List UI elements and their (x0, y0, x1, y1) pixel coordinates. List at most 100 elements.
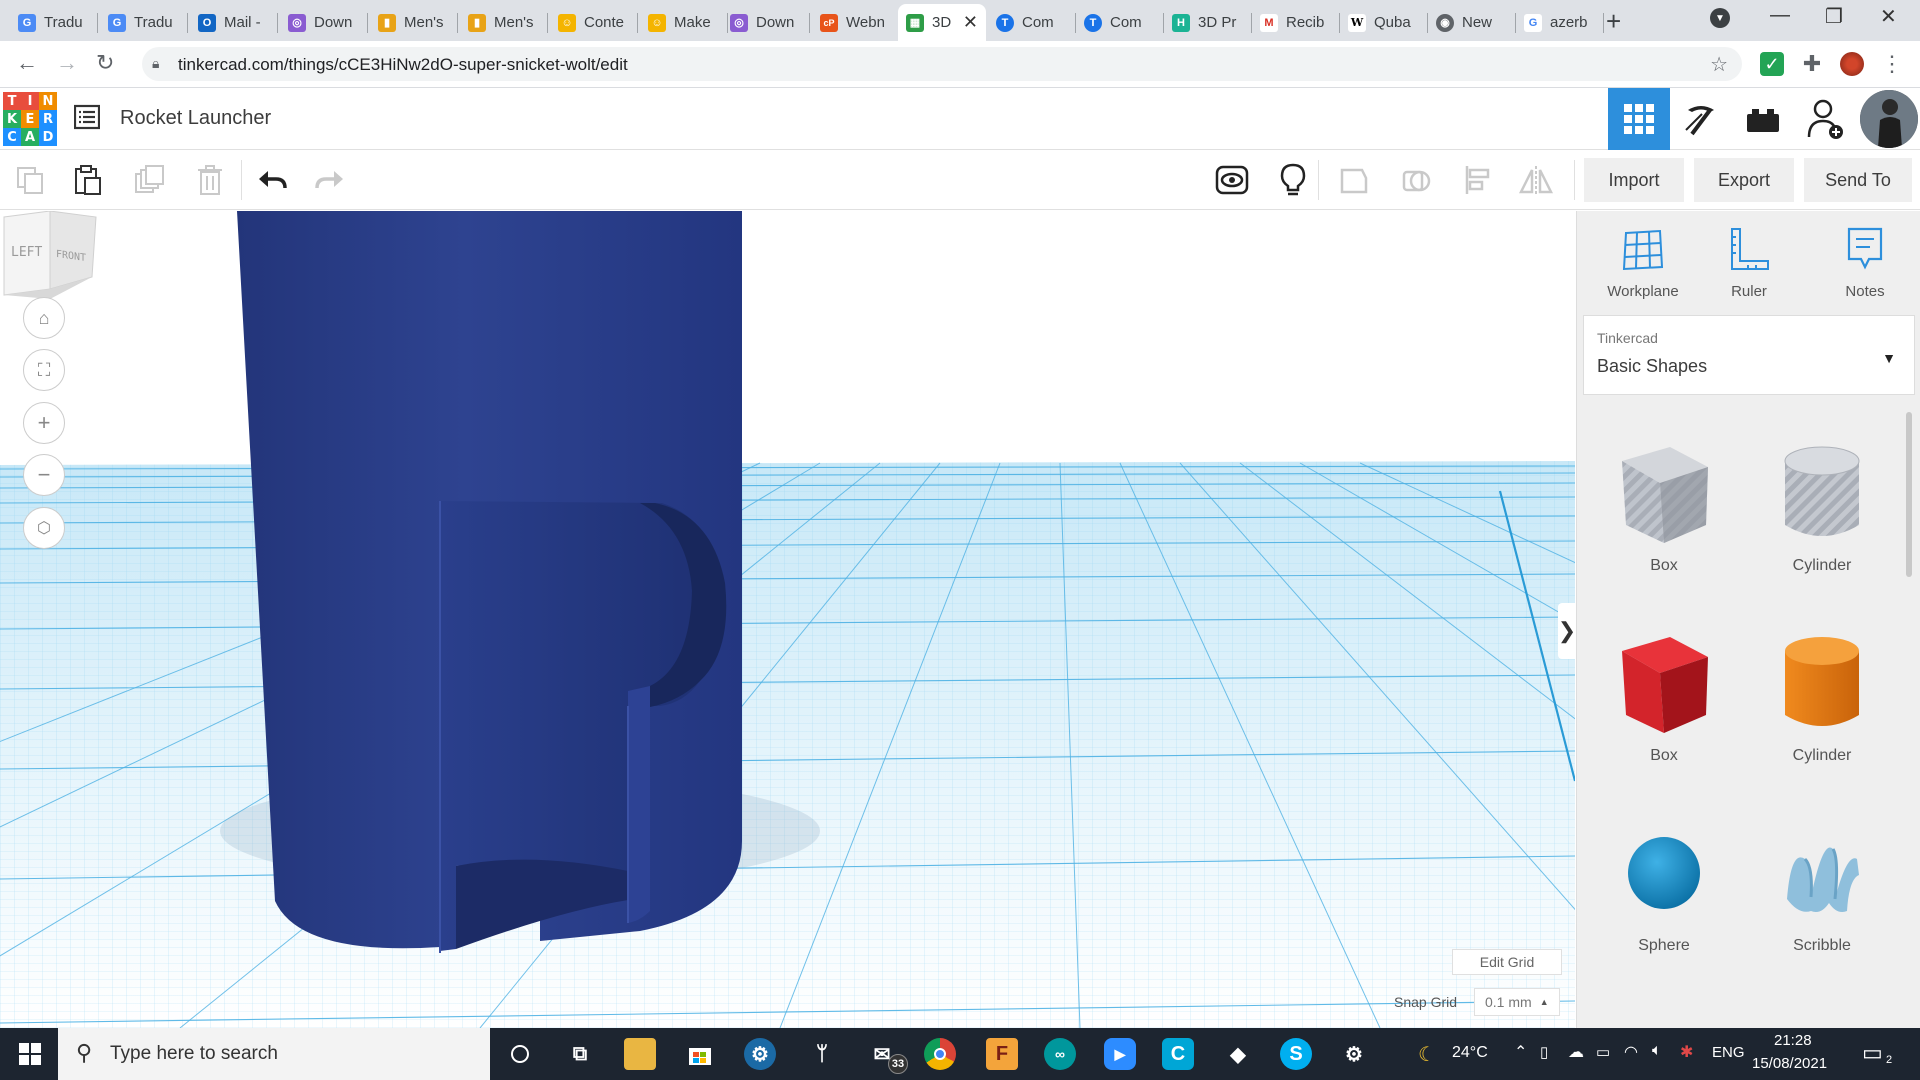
alienware-icon[interactable]: ᛘ (806, 1038, 838, 1070)
temperature-text[interactable]: 24°C (1452, 1044, 1488, 1062)
clock-date[interactable]: 15/08/2021 (1752, 1055, 1827, 1072)
browser-tab[interactable]: ☺ Conte (550, 4, 638, 41)
clock-time[interactable]: 21:28 (1774, 1032, 1812, 1049)
group-button[interactable] (1336, 162, 1372, 198)
workplane-tool[interactable]: Workplane (1588, 225, 1698, 300)
battery-icon[interactable]: ▭ (1596, 1043, 1610, 1061)
home-view-button[interactable]: ⌂ (23, 297, 65, 339)
task-view-icon[interactable]: ⧉ (564, 1038, 596, 1070)
wifi-icon[interactable]: ◠ (1624, 1042, 1638, 1062)
onedrive-cloud-icon[interactable]: ☁ (1568, 1042, 1584, 1062)
duplicate-button[interactable] (131, 162, 167, 198)
tray-device-icon[interactable]: ▯ (1540, 1043, 1548, 1061)
browser-tab[interactable]: H 3D Pr (1164, 4, 1252, 41)
browser-tab[interactable]: ☺ Make (640, 4, 728, 41)
shape-sphere[interactable]: Sphere (1599, 819, 1729, 955)
undo-button[interactable] (254, 162, 290, 198)
tab-search-icon[interactable]: ▼ (1710, 8, 1730, 28)
language-indicator[interactable]: ENG (1712, 1044, 1745, 1061)
browser-tab-active[interactable]: ▦ 3D ✕ (898, 4, 986, 41)
copy-button[interactable] (12, 162, 48, 198)
minecraft-view-button[interactable] (1670, 88, 1732, 150)
browser-tab[interactable]: G Tradu (100, 4, 188, 41)
rocket-launcher-model[interactable] (237, 211, 742, 953)
close-window-icon[interactable]: ✕ (1880, 4, 1897, 29)
invite-user-button[interactable] (1795, 88, 1857, 150)
tray-chevron-icon[interactable]: ⌃ (1514, 1042, 1527, 1062)
chrome-menu-icon[interactable]: ⋮ (1880, 51, 1904, 76)
browser-tab[interactable]: O Mail - (190, 4, 278, 41)
snap-grid-select[interactable]: 0.1 mm ▲ (1474, 988, 1560, 1016)
design-title[interactable]: Rocket Launcher (120, 107, 271, 130)
fit-view-button[interactable]: ⛶ (23, 349, 65, 391)
bricks-view-button[interactable] (1732, 88, 1794, 150)
store-icon[interactable] (684, 1038, 716, 1070)
checkmark-extension-icon[interactable]: ✓ (1760, 52, 1784, 76)
view-cube[interactable]: LEFT FRONT (0, 211, 100, 301)
maximize-icon[interactable]: ❐ (1825, 4, 1843, 29)
send-to-button[interactable]: Send To (1804, 158, 1912, 202)
import-button[interactable]: Import (1584, 158, 1684, 202)
notes-tool[interactable]: Notes (1810, 225, 1920, 300)
skype-icon[interactable]: S (1280, 1038, 1312, 1070)
shape-box-hole[interactable]: Box (1599, 439, 1729, 575)
zoom-in-button[interactable]: + (23, 402, 65, 444)
zoom-out-button[interactable]: − (23, 454, 65, 496)
url-text[interactable]: tinkercad.com/things/cCE3HiNw2dO-super-s… (178, 55, 628, 75)
browser-tab[interactable]: T Com (988, 4, 1076, 41)
browser-tab[interactable]: ▮ Men's (370, 4, 458, 41)
tray-app-icon[interactable]: ✱ (1680, 1042, 1693, 1062)
browser-tab[interactable]: cP Webn (812, 4, 900, 41)
cortana-icon[interactable] (504, 1038, 536, 1070)
browser-tab[interactable]: G Tradu (10, 4, 98, 41)
browser-tab[interactable]: W Quba (1340, 4, 1428, 41)
windows-start-icon[interactable] (14, 1038, 46, 1070)
perspective-toggle-button[interactable]: ⬡ (23, 507, 65, 549)
settings-gear-icon[interactable]: ⚙ (1338, 1038, 1370, 1070)
chrome-icon[interactable] (924, 1038, 956, 1070)
close-tab-icon[interactable]: ✕ (963, 12, 978, 33)
redo-button[interactable] (312, 162, 348, 198)
shape-library-select[interactable]: Tinkercad Basic Shapes ▼ (1583, 315, 1915, 395)
new-tab-plus-icon[interactable]: + (1606, 6, 1621, 37)
app-diamond-icon[interactable]: ◆ (1222, 1038, 1254, 1070)
delete-button[interactable] (192, 162, 228, 198)
shape-cylinder[interactable]: Cylinder (1757, 629, 1887, 765)
profile-avatar-icon[interactable] (1840, 52, 1864, 76)
forward-icon[interactable]: → (56, 50, 78, 76)
shape-cylinder-hole[interactable]: Cylinder (1757, 439, 1887, 575)
edit-grid-button[interactable]: Edit Grid (1452, 949, 1562, 975)
export-button[interactable]: Export (1694, 158, 1794, 202)
zoom-icon[interactable]: ▶ (1104, 1038, 1136, 1070)
browser-tab[interactable]: ◎ Down (722, 4, 810, 41)
reload-icon[interactable]: ↻ (96, 50, 114, 76)
3d-viewport[interactable]: LEFT FRONT ⌂ ⛶ + − ⬡ ❯ Edit Grid Snap Gr… (0, 211, 1575, 1028)
back-icon[interactable]: ← (16, 50, 38, 76)
bookmark-star-icon[interactable]: ☆ (1710, 52, 1728, 77)
address-bar[interactable]: 🔒︎ tinkercad.com/things/cCE3HiNw2dO-supe… (142, 47, 1742, 81)
browser-tab[interactable]: Gazerb (1516, 4, 1604, 41)
shape-box[interactable]: Box (1599, 629, 1729, 765)
mirror-button[interactable] (1518, 162, 1554, 198)
puzzle-extension-icon[interactable]: ✚ (1800, 51, 1824, 76)
collapse-panel-chevron-icon[interactable]: ❯ (1558, 603, 1575, 659)
browser-tab[interactable]: ▮ Men's (460, 4, 548, 41)
shape-scribble[interactable]: Scribble (1757, 819, 1887, 955)
taskbar-search-box[interactable]: ⚲ Type here to search (58, 1028, 490, 1080)
show-all-button[interactable] (1214, 162, 1250, 198)
browser-tab[interactable]: ◉ New (1428, 4, 1516, 41)
panel-scrollbar[interactable] (1906, 412, 1912, 577)
minimize-icon[interactable]: — (1770, 4, 1790, 27)
cura-icon[interactable]: C (1162, 1038, 1194, 1070)
arduino-icon[interactable]: ∞ (1044, 1038, 1076, 1070)
file-explorer-icon[interactable] (624, 1038, 656, 1070)
paste-button[interactable] (70, 162, 106, 198)
notes-lightbulb-button[interactable] (1275, 162, 1311, 198)
mail-icon[interactable]: ✉ 33 (866, 1038, 908, 1074)
volume-icon[interactable]: 🔈︎ (1652, 1042, 1662, 1060)
notification-center-icon[interactable]: ▭ (1862, 1040, 1883, 1066)
browser-tab[interactable]: T Com (1076, 4, 1164, 41)
3d-design-view-button[interactable] (1608, 88, 1670, 150)
align-button[interactable] (1460, 162, 1496, 198)
ruler-tool[interactable]: Ruler (1694, 225, 1804, 300)
